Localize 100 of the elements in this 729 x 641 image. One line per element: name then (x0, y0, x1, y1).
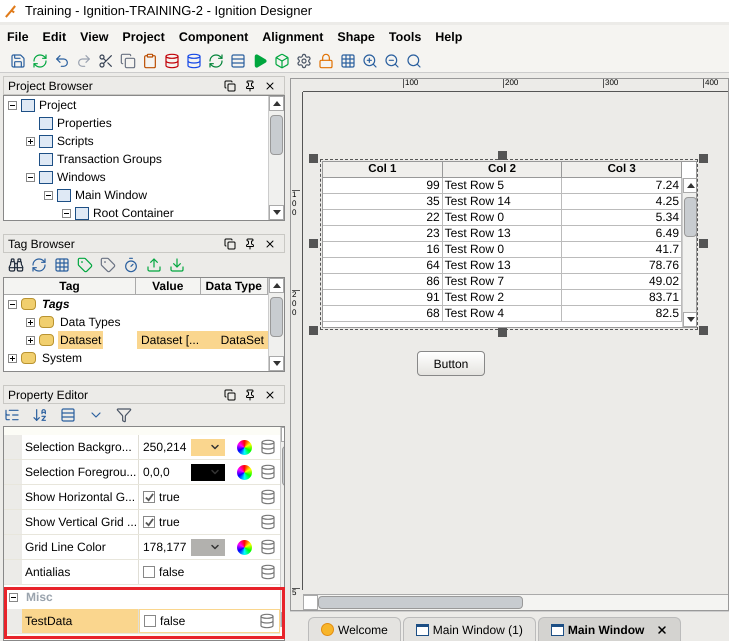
expand-toggle[interactable] (26, 136, 35, 146)
document-tab[interactable]: Main Window (538, 617, 682, 641)
pin-icon[interactable] (244, 388, 256, 400)
scroll-up-button[interactable] (269, 278, 284, 293)
property-name[interactable]: Show Vertical Grid ... (22, 510, 139, 534)
column-header[interactable]: Tag (4, 278, 136, 294)
menu-item[interactable]: Tools (388, 28, 422, 46)
tree-item[interactable]: Scripts (57, 132, 94, 150)
scroll-thumb[interactable] (318, 596, 523, 609)
resize-handle[interactable] (309, 239, 318, 248)
tree-item[interactable]: Main Window (75, 186, 148, 204)
collapse-toggle[interactable] (26, 172, 35, 182)
color-wheel-icon[interactable] (237, 440, 252, 454)
resize-handle[interactable] (309, 154, 318, 163)
scroll-down-button[interactable] (269, 356, 284, 371)
binoculars-icon[interactable] (8, 257, 24, 273)
close-icon[interactable] (264, 80, 276, 92)
collapse-toggle[interactable] (44, 190, 53, 200)
horizontal-scrollbar[interactable] (303, 594, 728, 610)
resize-handle[interactable] (699, 326, 708, 335)
stopwatch-icon[interactable] (123, 257, 139, 273)
scroll-up-button[interactable] (683, 178, 696, 193)
grid-icon[interactable] (54, 257, 70, 273)
refresh-icon[interactable] (31, 257, 47, 273)
window-icon[interactable] (230, 52, 246, 68)
resize-handle[interactable] (498, 151, 507, 160)
checkbox[interactable] (143, 566, 155, 578)
color-dropdown[interactable] (191, 464, 225, 480)
scrollbar[interactable] (682, 178, 696, 327)
scissors-icon[interactable] (98, 52, 114, 68)
menu-item[interactable]: Help (435, 28, 462, 46)
document-tab[interactable]: Welcome (308, 617, 401, 641)
lock-icon[interactable] (318, 52, 334, 68)
property-name[interactable]: Show Horizontal G... (22, 485, 139, 509)
column-header[interactable]: Col 3 (562, 162, 682, 177)
collapse-toggle[interactable] (8, 300, 17, 308)
menu-item[interactable]: Project (122, 28, 165, 46)
scrollbar[interactable] (268, 278, 284, 371)
checkbox[interactable] (143, 491, 155, 503)
tag-tree-item[interactable]: Tags (40, 295, 72, 313)
tree-item[interactable]: Project (39, 96, 76, 114)
checkbox[interactable] (144, 615, 156, 627)
scroll-up-button[interactable] (269, 96, 284, 111)
scroll-thumb[interactable] (270, 297, 283, 337)
zoom-out-icon[interactable] (384, 52, 400, 68)
scrollbar[interactable] (268, 96, 284, 220)
collapse-toggle[interactable] (8, 100, 17, 110)
sync-icon[interactable] (208, 52, 224, 68)
upload-icon[interactable] (146, 257, 162, 273)
tag-tree-item[interactable]: Dataset (58, 331, 104, 349)
close-icon[interactable] (264, 388, 276, 400)
document-tab[interactable]: Main Window (1) (402, 617, 536, 641)
restore-icon[interactable] (224, 388, 236, 400)
menu-item[interactable]: Component (178, 28, 248, 46)
play-icon[interactable] (252, 52, 268, 68)
collapse-toggle[interactable] (9, 592, 18, 602)
restore-icon[interactable] (224, 80, 236, 92)
resize-handle[interactable] (699, 154, 708, 163)
tag-icon[interactable] (77, 257, 93, 273)
database-icon[interactable] (260, 464, 276, 480)
property-name[interactable]: Antialias (22, 560, 139, 584)
resize-handle[interactable] (309, 326, 318, 335)
tag-tree-item[interactable]: Data Types (58, 313, 122, 331)
database-icon[interactable] (260, 489, 276, 505)
menu-item[interactable]: Shape (337, 28, 375, 46)
scroll-down-button[interactable] (683, 312, 696, 327)
close-icon[interactable] (264, 238, 276, 250)
color-wheel-icon[interactable] (237, 540, 252, 554)
column-header[interactable]: Col 1 (323, 162, 443, 177)
menu-item[interactable]: Edit (42, 28, 66, 46)
property-name[interactable]: Grid Line Color (22, 535, 139, 559)
menu-item[interactable]: View (80, 28, 108, 46)
database-icon[interactable] (164, 52, 180, 68)
copy-icon[interactable] (120, 52, 136, 68)
property-name[interactable]: Selection Backgro... (22, 435, 139, 459)
expand-toggle[interactable] (26, 336, 35, 344)
property-name[interactable]: Selection Foregrou... (22, 460, 139, 484)
pin-icon[interactable] (244, 238, 256, 250)
menu-item[interactable]: Alignment (262, 28, 324, 46)
database-icon[interactable] (259, 613, 276, 629)
zoom-in-icon[interactable] (362, 52, 378, 68)
scroll-down-button[interactable] (269, 205, 284, 220)
pin-icon[interactable] (244, 80, 256, 92)
color-dropdown[interactable] (191, 538, 225, 556)
download-icon[interactable] (169, 257, 185, 273)
button-component[interactable]: Button (417, 351, 485, 376)
grid-icon[interactable] (340, 52, 356, 68)
tag-tree-item[interactable]: System (40, 349, 84, 367)
color-dropdown[interactable] (191, 438, 225, 456)
clipboard-icon[interactable] (142, 52, 158, 68)
tree-item[interactable]: Windows (57, 168, 106, 186)
property-name[interactable]: TestData (22, 609, 139, 633)
database-icon[interactable] (260, 539, 276, 555)
color-wheel-icon[interactable] (237, 464, 252, 480)
resize-handle[interactable] (498, 328, 507, 337)
list-icon[interactable] (60, 407, 76, 423)
undo-icon[interactable] (54, 52, 70, 68)
column-header[interactable]: Col 2 (442, 162, 562, 177)
expand-toggle[interactable] (26, 318, 35, 326)
tree-item[interactable]: Properties (57, 114, 112, 132)
